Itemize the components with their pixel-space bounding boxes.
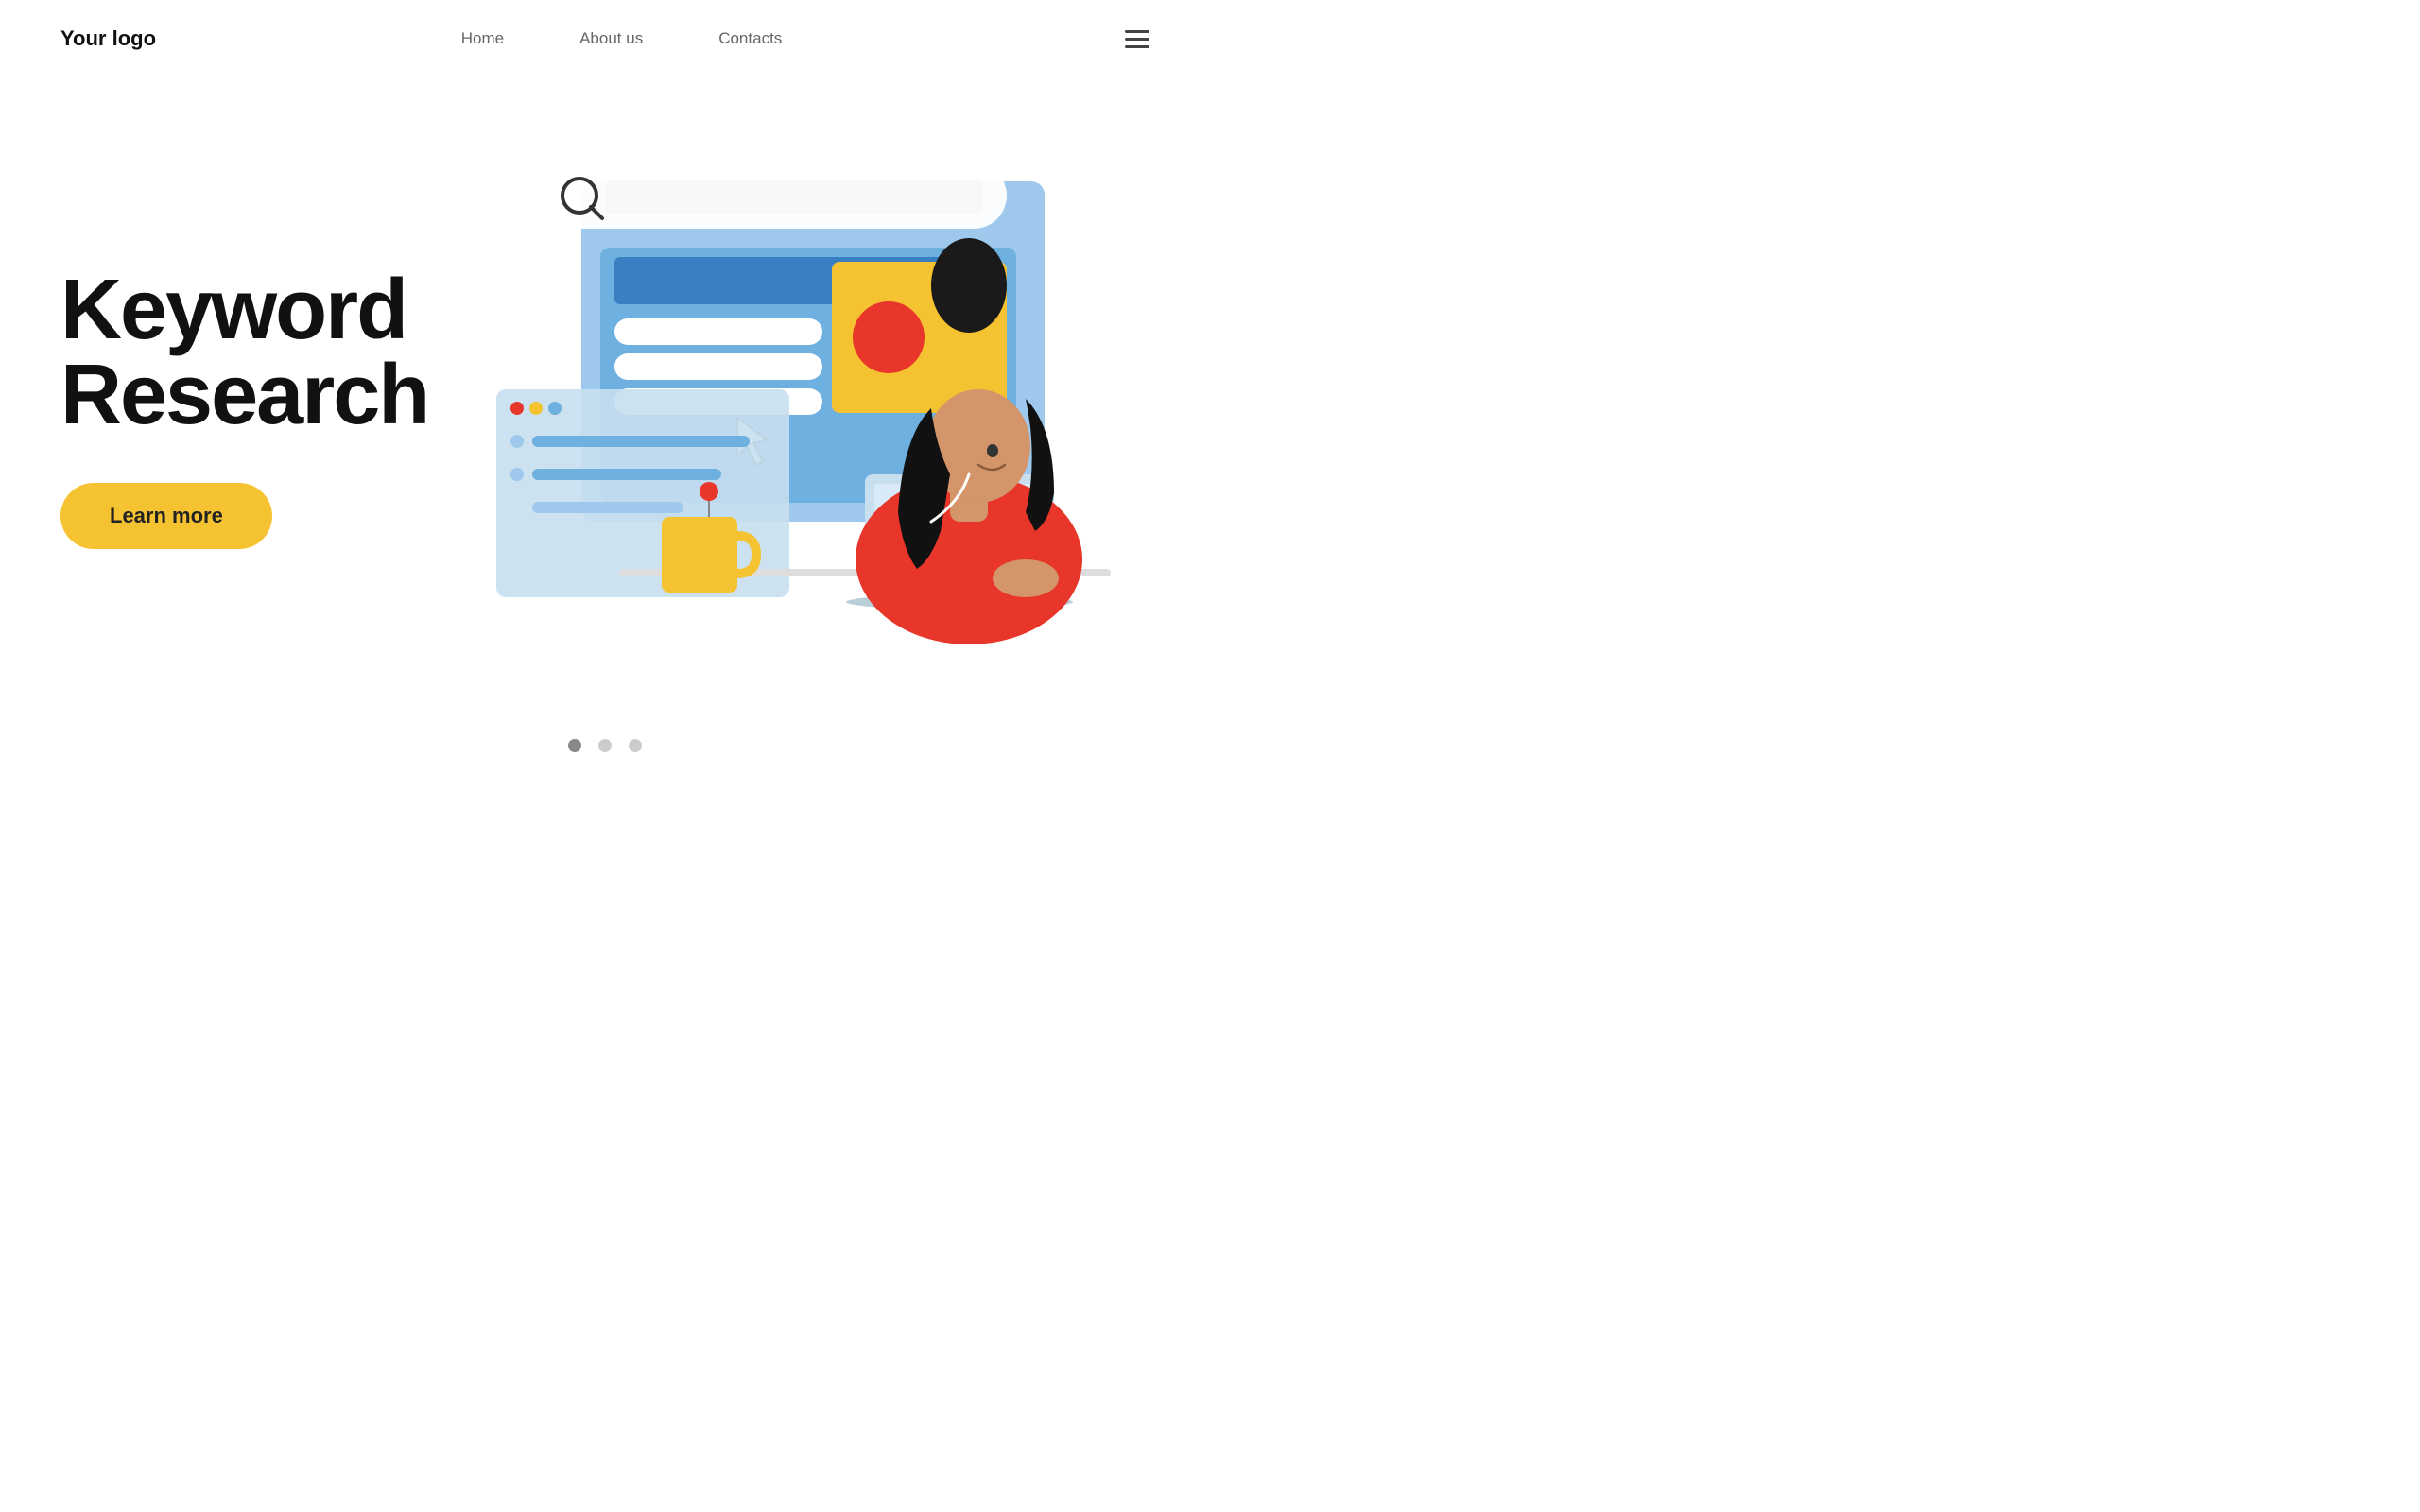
hamburger-line-2 [1125, 38, 1150, 41]
carousel-dot-1[interactable] [568, 739, 581, 752]
logo: Your logo [60, 26, 156, 51]
hero-content: Keyword Research Learn more [60, 267, 428, 549]
nav-contacts[interactable]: Contacts [718, 29, 782, 48]
hero-section: Keyword Research Learn more [0, 77, 1210, 720]
carousel-dots [0, 720, 1210, 790]
carousel-dot-2[interactable] [598, 739, 612, 752]
nav-home[interactable]: Home [461, 29, 504, 48]
hero-illustration [428, 134, 1150, 682]
learn-more-button[interactable]: Learn more [60, 483, 272, 549]
nav-about[interactable]: About us [579, 29, 643, 48]
illustration-svg [468, 153, 1111, 682]
header: Your logo Home About us Contacts [0, 0, 1210, 77]
main-nav: Home About us Contacts [461, 29, 783, 48]
hamburger-menu[interactable] [1125, 30, 1150, 48]
hamburger-line-3 [1125, 45, 1150, 48]
hero-title: Keyword Research [60, 267, 428, 438]
carousel-dot-3[interactable] [629, 739, 642, 752]
hamburger-line-1 [1125, 30, 1150, 33]
